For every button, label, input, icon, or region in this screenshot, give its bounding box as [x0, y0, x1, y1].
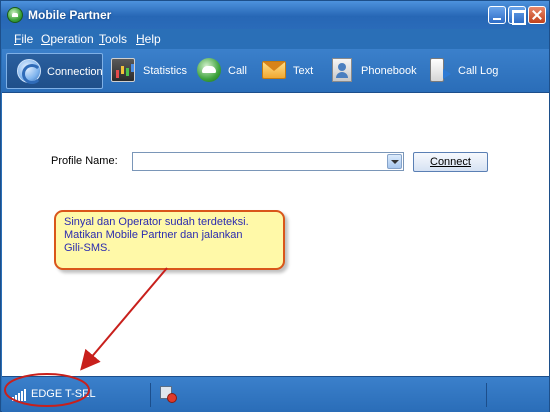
disconnected-icon: [159, 385, 177, 403]
tab-statistics[interactable]: Statistics: [107, 53, 188, 89]
tab-text-label: Text: [293, 65, 314, 77]
close-button[interactable]: [528, 6, 546, 24]
profile-name-dropdown[interactable]: [132, 152, 404, 171]
menu-bar: File Operation Tools Help: [2, 29, 549, 49]
signal-strength-icon: [12, 389, 26, 401]
text-icon: [262, 61, 286, 79]
tab-statistics-label: Statistics: [143, 65, 188, 77]
tab-phonebook[interactable]: Phonebook: [328, 53, 418, 89]
phonebook-icon: [332, 58, 352, 82]
profile-name-label: Profile Name:: [51, 155, 118, 167]
tab-call-log[interactable]: Call Log: [425, 53, 501, 89]
menu-tools[interactable]: Tools: [99, 32, 127, 46]
title-bar[interactable]: Mobile Partner: [1, 1, 549, 29]
call-log-icon: [430, 58, 451, 82]
callout-line: Matikan Mobile Partner dan jalankan: [64, 229, 243, 241]
tab-call-label: Call: [228, 65, 247, 77]
connect-button-label: Connect: [430, 156, 471, 168]
mobile-partner-window: Mobile Partner File Operation Tools Help…: [0, 0, 550, 412]
maximize-button[interactable]: [508, 6, 526, 25]
connect-button[interactable]: Connect: [413, 152, 488, 172]
tab-connection[interactable]: Connection: [6, 53, 103, 89]
callout-line: Gili-SMS.: [64, 242, 111, 254]
statistics-icon: [111, 58, 135, 82]
status-divider: [150, 383, 151, 407]
tab-call[interactable]: Call: [193, 53, 253, 89]
status-bar: EDGE T-SEL: [2, 376, 549, 412]
status-divider: [486, 383, 487, 407]
tab-phonebook-label: Phonebook: [361, 65, 417, 77]
network-status: EDGE T-SEL: [31, 388, 96, 400]
tab-call-log-label: Call Log: [458, 65, 499, 77]
annotation-callout: Sinyal dan Operator sudah terdeteksi. Ma…: [54, 210, 285, 270]
connection-icon: [17, 59, 42, 84]
menu-operation[interactable]: Operation: [41, 32, 94, 46]
connection-panel: Profile Name: Connect Sinyal dan Operato…: [2, 93, 549, 376]
menu-help[interactable]: Help: [136, 32, 161, 46]
toolbar: Connection Statistics Call Text Phoneboo…: [2, 49, 549, 93]
call-icon: [197, 58, 221, 82]
chevron-down-icon[interactable]: [387, 154, 402, 169]
mobile-partner-app-icon: [7, 7, 23, 23]
callout-line: Sinyal dan Operator sudah terdeteksi.: [64, 216, 249, 228]
menu-file[interactable]: File: [14, 32, 33, 46]
tab-text[interactable]: Text: [258, 53, 318, 89]
tab-connection-label: Connection: [47, 66, 103, 78]
minimize-button[interactable]: [488, 6, 506, 24]
window-title: Mobile Partner: [28, 8, 112, 22]
